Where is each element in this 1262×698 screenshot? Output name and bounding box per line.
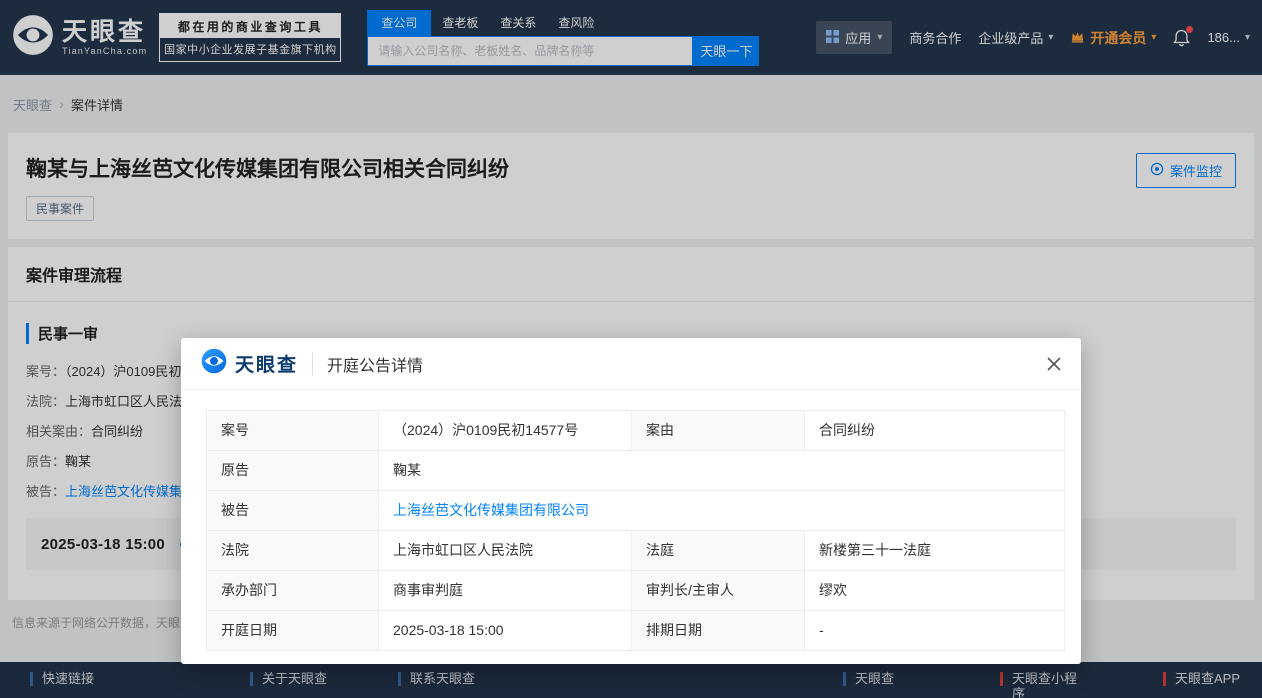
field-value: 鞠某 (378, 450, 1065, 491)
field-label: 被告 (206, 490, 379, 531)
table-row: 被告 上海丝芭文化传媒集团有限公司 (206, 490, 1065, 531)
table-row: 法院 上海市虹口区人民法院 法庭 新楼第三十一法庭 (206, 530, 1065, 571)
table-row: 开庭日期 2025-03-18 15:00 排期日期 - (206, 610, 1065, 651)
modal-header: 天眼查 开庭公告详情 (181, 338, 1081, 390)
field-value: 合同纠纷 (804, 410, 1065, 451)
field-label: 审判长/主审人 (631, 570, 805, 611)
table-row: 承办部门 商事审判庭 审判长/主审人 缪欢 (206, 570, 1065, 611)
field-label: 案由 (631, 410, 805, 451)
page: 天眼查 TianYanCha.com 都在用的商业查询工具 国家中小企业发展子基… (0, 0, 1262, 698)
field-label: 法庭 (631, 530, 805, 571)
field-value: - (804, 610, 1065, 651)
field-label: 承办部门 (206, 570, 379, 611)
table-row: 原告 鞠某 (206, 450, 1065, 491)
field-label: 开庭日期 (206, 610, 379, 651)
field-value: （2024）沪0109民初14577号 (378, 410, 632, 451)
defendant-company-link[interactable]: 上海丝芭文化传媒集团有限公司 (378, 490, 1065, 531)
close-icon[interactable] (1045, 355, 1063, 373)
field-value: 新楼第三十一法庭 (804, 530, 1065, 571)
field-label: 案号 (206, 410, 379, 451)
table-row: 案号 （2024）沪0109民初14577号 案由 合同纠纷 (206, 410, 1065, 451)
field-value: 上海市虹口区人民法院 (378, 530, 632, 571)
field-value: 2025-03-18 15:00 (378, 610, 632, 651)
hearing-detail-modal: 天眼查 开庭公告详情 案号 （2024）沪0109民初14577号 案由 合同纠… (181, 338, 1081, 664)
field-label: 法院 (206, 530, 379, 571)
modal-title: 开庭公告详情 (327, 357, 424, 375)
field-label: 排期日期 (631, 610, 805, 651)
modal-body: 案号 （2024）沪0109民初14577号 案由 合同纠纷 原告 鞠某 被告 … (181, 390, 1081, 664)
divider (312, 352, 314, 375)
modal-brand-name: 天眼查 (235, 355, 299, 376)
field-value: 商事审判庭 (378, 570, 632, 611)
field-value: 缪欢 (804, 570, 1065, 611)
field-label: 原告 (206, 450, 379, 491)
tianyancha-logo-icon (201, 348, 227, 379)
hearing-detail-table: 案号 （2024）沪0109民初14577号 案由 合同纠纷 原告 鞠某 被告 … (206, 410, 1065, 651)
